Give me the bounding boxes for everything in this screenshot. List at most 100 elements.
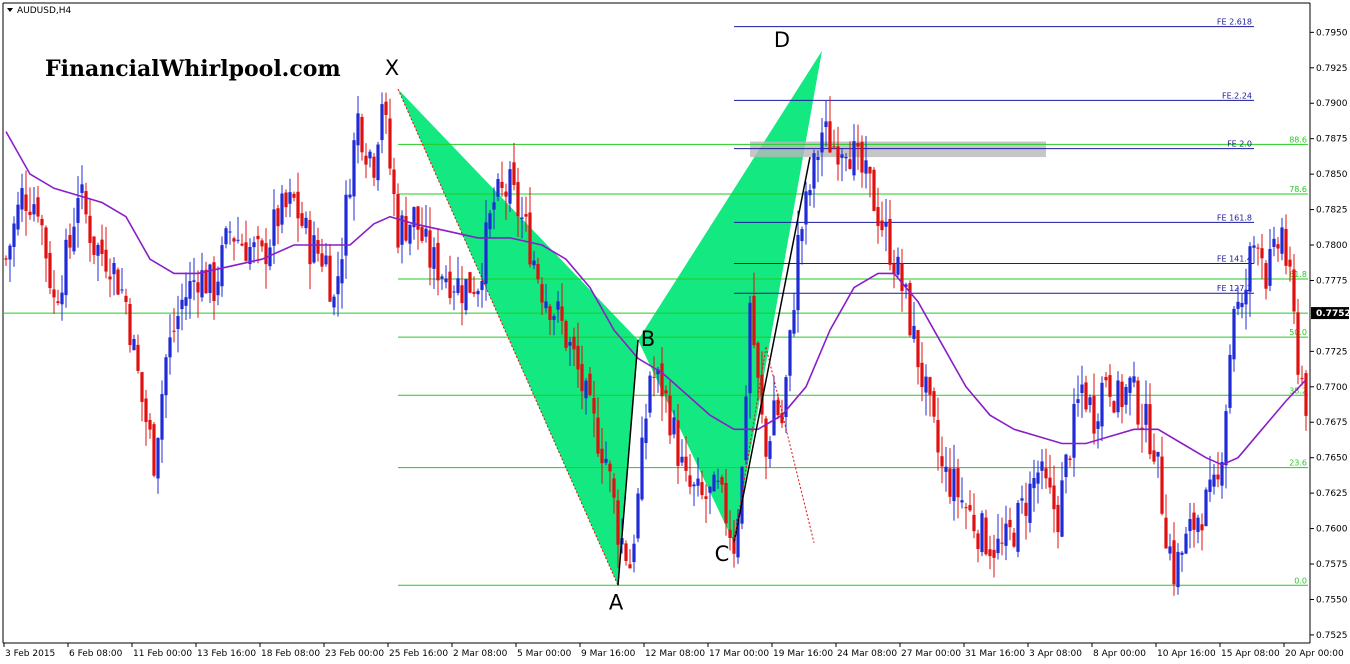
candle-body <box>660 363 664 397</box>
candle-body <box>708 486 712 493</box>
candle-body <box>676 420 680 466</box>
candle-body <box>208 264 212 294</box>
candle-body <box>628 564 632 569</box>
candle-body <box>1232 308 1236 360</box>
candle-body <box>584 380 588 399</box>
candle-body <box>900 263 904 292</box>
candle-body <box>672 417 676 435</box>
candle-body <box>756 342 760 378</box>
time-tick-label: 17 Mar 00:00 <box>709 649 769 659</box>
candle-body <box>484 222 488 284</box>
candle-body <box>772 400 776 436</box>
candle-body <box>592 397 596 414</box>
candle-body <box>228 231 232 233</box>
candle-body <box>492 202 496 210</box>
candle-body <box>244 242 248 261</box>
candle-body <box>384 101 388 115</box>
candle-body <box>416 206 420 230</box>
candle-body <box>1228 354 1232 408</box>
candle-body <box>444 278 448 283</box>
candle-body <box>876 207 880 226</box>
candle-body <box>104 249 108 272</box>
candle-body <box>212 262 216 302</box>
candle-body <box>1152 450 1156 462</box>
candle-body <box>968 505 972 511</box>
price-tick-label: 0.7675 <box>1316 418 1348 428</box>
candle-body <box>888 218 892 265</box>
time-tick-label: 23 Feb 00:00 <box>325 649 384 659</box>
candle-body <box>476 290 480 295</box>
candle-body <box>1048 477 1052 488</box>
candle-body <box>728 529 732 538</box>
candle-body <box>204 269 208 294</box>
candle-body <box>640 437 644 500</box>
candle-body <box>1032 478 1036 489</box>
candle-body <box>744 396 748 461</box>
candle-body <box>1056 504 1060 533</box>
candle-body <box>560 306 564 321</box>
price-chart[interactable]: 0.023.638.250.061.878.688.6FE 127.2FE 14… <box>0 0 1350 660</box>
candle-body <box>1172 540 1176 585</box>
candle-body <box>264 243 268 265</box>
candle-body <box>12 223 16 247</box>
candle-body <box>272 209 276 246</box>
candle-body <box>1160 456 1164 514</box>
candle-body <box>160 394 164 440</box>
time-tick-label: 18 Feb 08:00 <box>261 649 320 659</box>
candle-body <box>568 341 572 346</box>
candle-body <box>1188 519 1192 532</box>
candle-body <box>80 184 84 193</box>
candle-body <box>1272 238 1276 247</box>
candle-body <box>256 235 260 240</box>
time-tick-label: 31 Mar 16:00 <box>965 649 1025 659</box>
candle-body <box>680 456 684 463</box>
price-tick-label: 0.7825 <box>1316 206 1348 216</box>
candle-body <box>1156 451 1160 457</box>
fib-extension-label: FE 161.8 <box>1217 213 1252 222</box>
candle-body <box>1064 454 1068 478</box>
candle-body <box>1016 502 1020 552</box>
candle-body <box>664 390 668 394</box>
candle-body <box>288 192 292 204</box>
candle-body <box>1244 289 1248 305</box>
candle-body <box>928 377 932 395</box>
time-tick-label: 13 Feb 16:00 <box>197 649 256 659</box>
candle-body <box>40 218 44 226</box>
candle-body <box>684 456 688 471</box>
candle-body <box>1200 524 1204 531</box>
candle-body <box>36 197 40 217</box>
candle-body <box>344 194 348 256</box>
candle-body <box>336 276 340 295</box>
candle-body <box>1012 532 1016 547</box>
candle-body <box>724 482 728 524</box>
pattern-point-label: B <box>641 327 655 351</box>
price-tick-label: 0.7525 <box>1316 631 1348 641</box>
time-tick-label: 11 Feb 00:00 <box>133 649 192 659</box>
candle-body <box>1136 380 1140 425</box>
candle-body <box>388 118 392 169</box>
candle-body <box>788 330 792 376</box>
candle-body <box>984 517 988 555</box>
candle-body <box>564 321 568 348</box>
candle-body <box>972 514 976 532</box>
candle-body <box>64 239 68 296</box>
candle-body <box>152 424 156 476</box>
candle-body <box>304 217 308 229</box>
candle-body <box>576 345 580 370</box>
candle-body <box>816 156 820 161</box>
candle-body <box>240 243 244 246</box>
candle-body <box>56 301 60 304</box>
candle-body <box>948 468 952 497</box>
candle-body <box>1068 458 1072 460</box>
candle-body <box>1280 227 1284 254</box>
candle-body <box>408 224 412 244</box>
price-tick-label: 0.7775 <box>1316 276 1348 286</box>
candle-body <box>196 282 200 293</box>
candle-body <box>824 121 828 128</box>
time-tick-label: 10 Apr 16:00 <box>1157 649 1216 659</box>
price-tick-label: 0.7575 <box>1316 560 1348 570</box>
candle-body <box>140 372 144 402</box>
candle-body <box>164 357 168 396</box>
candle-body <box>464 279 468 311</box>
candle-body <box>520 217 524 220</box>
